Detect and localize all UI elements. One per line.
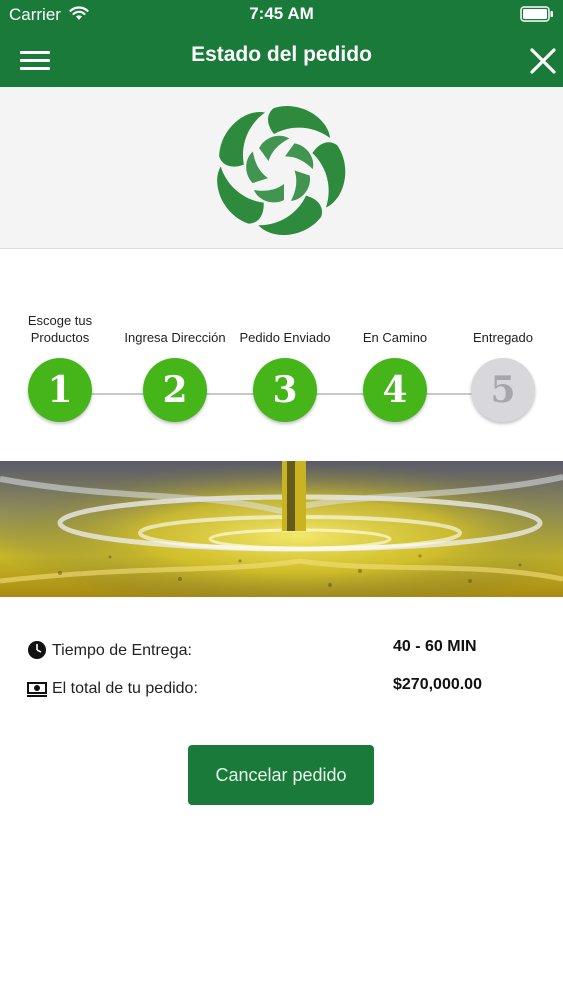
delivery-time-row: Tiempo de Entrega: 40 - 60 MIN [27,638,537,664]
step-2: Ingresa Dirección 2 [120,300,230,422]
top-bar: Carrier 7:45 AM Estado del pedido [0,0,563,87]
status-time: 7:45 AM [249,4,314,23]
battery-icon [520,6,553,22]
step-label: Ingresa Dirección [124,330,226,345]
cash-icon [27,682,47,697]
delivery-time-label: Tiempo de Entrega: [52,642,192,659]
delivery-time-value: 40 - 60 MIN [393,638,477,655]
step-number: 2 [143,358,207,422]
step-3: Pedido Enviado 3 [230,300,340,422]
close-icon[interactable] [526,44,560,78]
step-number: 4 [363,358,427,422]
logo-area [0,87,563,249]
page-title: Estado del pedido [191,43,372,66]
order-progress: Escoge tus Productos 1 Ingresa Dirección… [0,300,563,440]
order-total-value: $270,000.00 [393,676,482,693]
status-bar: Carrier 7:45 AM [0,0,563,30]
step-label: Escoge tus Productos [27,313,93,345]
step-label: Entregado [473,330,533,345]
olive-oil-pour-image [0,461,563,597]
order-total-row: El total de tu pedido: $270,000.00 [27,676,537,702]
cancel-order-button[interactable]: Cancelar pedido [188,745,374,805]
clock-icon [28,641,46,659]
step-number: 3 [253,358,317,422]
step-5: Entregado 5 [448,300,558,422]
step-4: En Camino 4 [340,300,450,422]
step-number: 1 [28,358,92,422]
order-total-label: El total de tu pedido: [52,680,198,697]
step-label: En Camino [362,330,428,345]
leaf-ring-logo [217,106,346,236]
step-label: Pedido Enviado [239,330,331,345]
step-number: 5 [471,358,535,422]
step-1: Escoge tus Productos 1 [5,300,115,422]
